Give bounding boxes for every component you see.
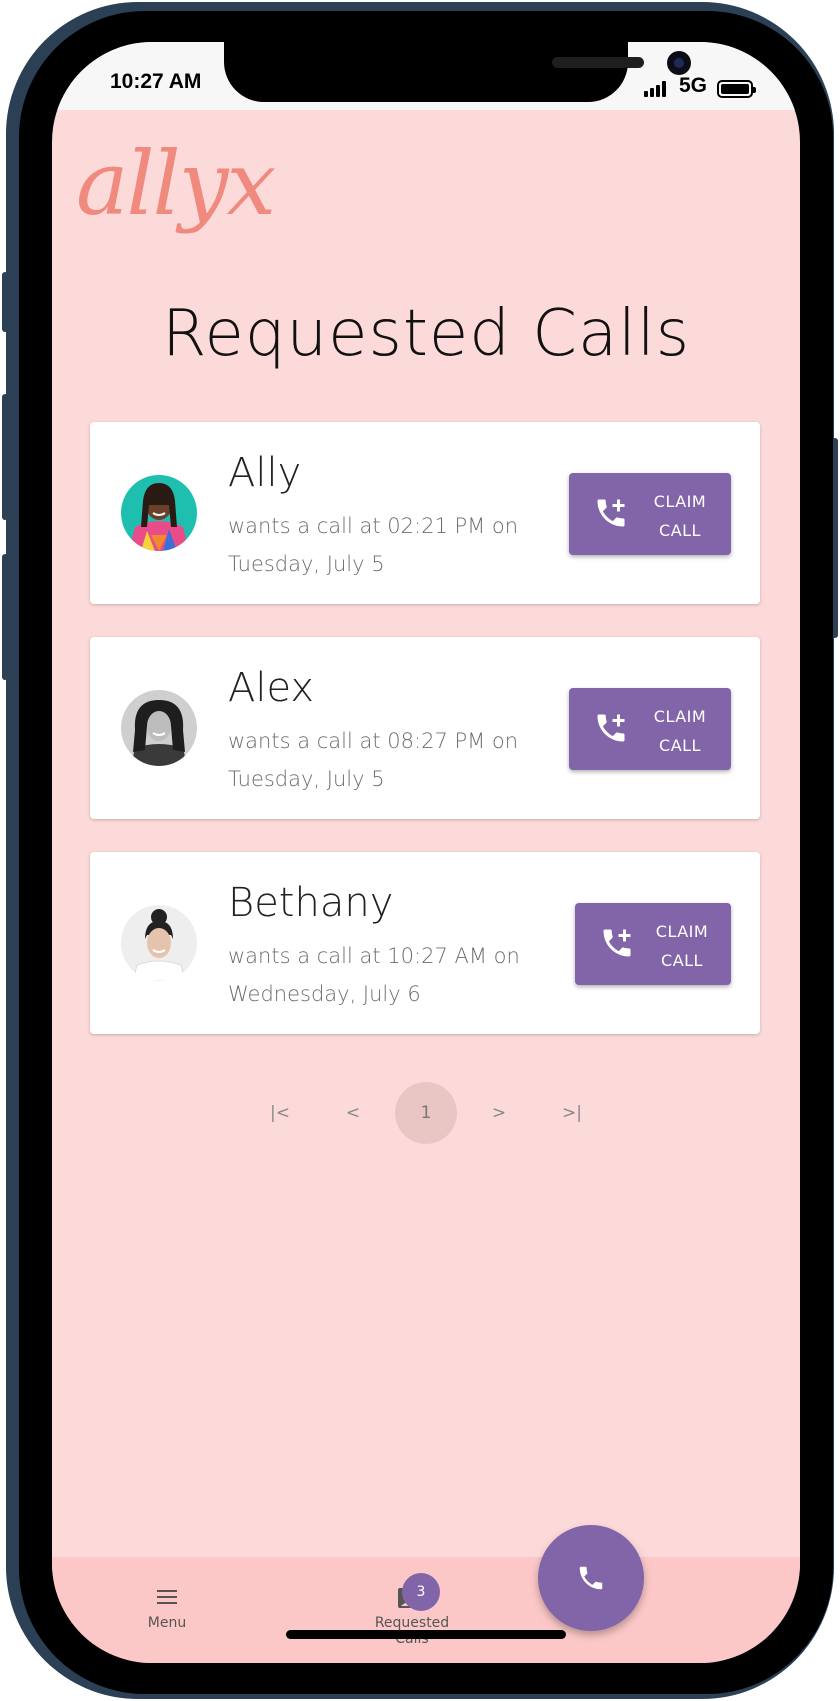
call-fab-button[interactable] [538, 1525, 644, 1631]
caller-name: Alex [228, 665, 315, 711]
volume-up-button [2, 394, 8, 520]
page-title: Requested Calls [161, 297, 691, 371]
current-page-number: 1 [420, 1103, 432, 1123]
previous-page-button[interactable]: < [322, 1082, 384, 1144]
avatar [121, 475, 197, 551]
first-page-icon: |< [270, 1103, 290, 1123]
front-camera [667, 51, 691, 75]
battery-icon [717, 80, 756, 98]
claim-call-label: CLAIM CALL [655, 922, 709, 970]
nav-menu[interactable]: Menu [132, 1585, 202, 1631]
add-call-icon [603, 929, 631, 957]
home-indicator[interactable] [286, 1630, 566, 1639]
app-screen: 10:27 AM 5G allyx Requested Calls Ally w… [52, 42, 800, 1663]
chevron-right-icon: > [491, 1103, 507, 1123]
add-call-icon [597, 499, 625, 527]
claim-call-button[interactable]: CLAIM CALL [575, 903, 731, 985]
claim-call-button[interactable]: CLAIM CALL [569, 473, 731, 555]
requested-count-badge: 3 [402, 1573, 440, 1611]
current-page-button[interactable]: 1 [395, 1082, 457, 1144]
notch [224, 42, 691, 102]
claim-call-button[interactable]: CLAIM CALL [569, 688, 731, 770]
next-page-button[interactable]: > [468, 1082, 530, 1144]
call-request-card: Bethany wants a call at 10:27 AM on Wedn… [90, 852, 760, 1034]
caller-name: Bethany [228, 880, 394, 926]
phone-icon [579, 1566, 603, 1590]
caller-name: Ally [228, 450, 302, 496]
add-call-icon [597, 714, 625, 742]
call-time-info: wants a call at 02:21 PM on Tuesday, Jul… [228, 514, 519, 576]
call-time-info: wants a call at 10:27 AM on Wednesday, J… [228, 944, 520, 1006]
nav-menu-label: Menu [147, 1615, 187, 1631]
call-request-card: Alex wants a call at 08:27 PM on Tuesday… [90, 637, 760, 819]
last-page-icon: >| [562, 1103, 582, 1123]
avatar [121, 690, 197, 766]
bottom-navigation: Menu 3 Requested Calls [52, 1557, 800, 1663]
speaker-grille [552, 57, 644, 68]
call-request-card: Ally wants a call at 02:21 PM on Tuesday… [90, 422, 760, 604]
mute-switch [2, 272, 8, 332]
avatar [121, 905, 197, 981]
call-time-info: wants a call at 08:27 PM on Tuesday, Jul… [228, 729, 519, 791]
first-page-button[interactable]: |< [249, 1082, 311, 1144]
last-page-button[interactable]: >| [541, 1082, 603, 1144]
app-logo: allyx [76, 132, 276, 235]
status-time: 10:27 AM [110, 70, 202, 93]
network-label: 5G [679, 74, 708, 97]
signal-icon [644, 81, 672, 97]
chevron-left-icon: < [345, 1103, 361, 1123]
menu-icon [157, 1590, 177, 1604]
volume-down-button [2, 554, 8, 680]
claim-call-label: CLAIM CALL [653, 492, 707, 540]
phone-frame: 10:27 AM 5G allyx Requested Calls Ally w… [2, 2, 838, 1699]
claim-call-label: CLAIM CALL [653, 707, 707, 755]
